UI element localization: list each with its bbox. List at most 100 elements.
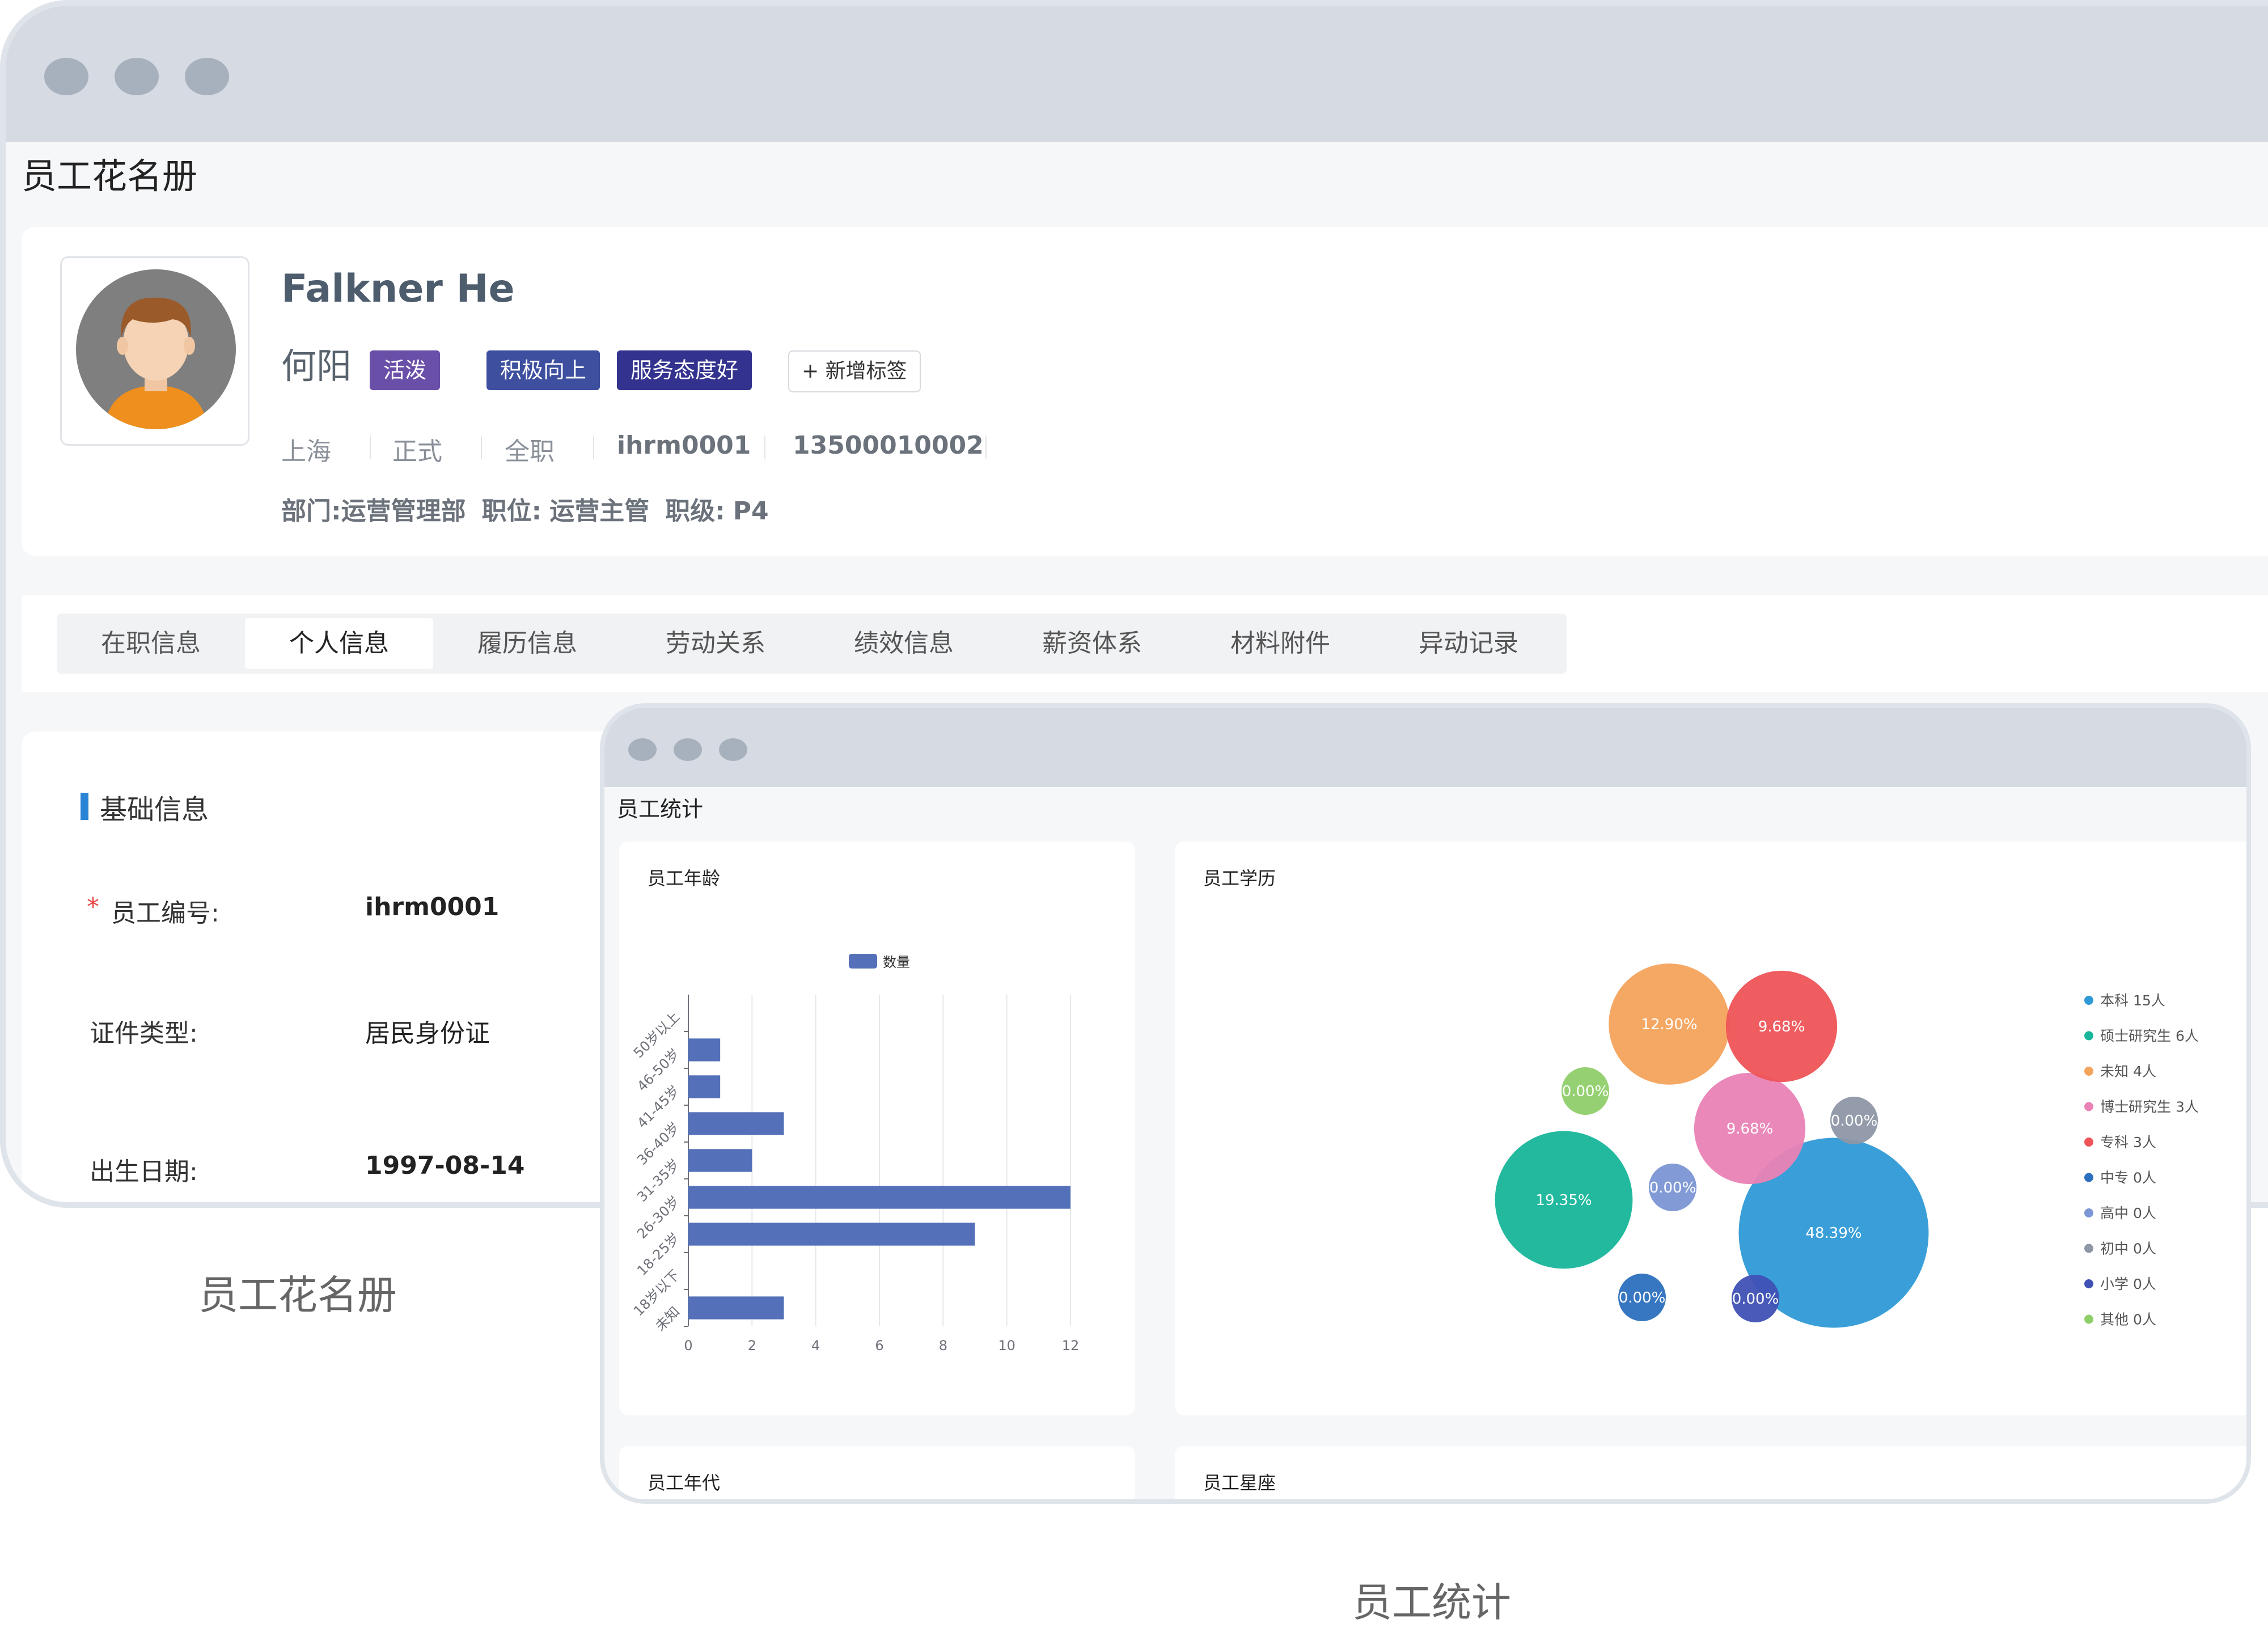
tab-salary-system[interactable]: 薪资体系 [998,618,1186,669]
age-bar [688,1038,721,1062]
stats-caption: 员工统计 [1352,1579,1511,1626]
legend-dot [2084,1138,2093,1147]
legend-dot [2084,996,2093,1005]
tab-labor-relations[interactable]: 劳动关系 [621,618,810,669]
bubble-percent-label: 12.90% [1641,1016,1697,1033]
meta-divider [764,435,765,459]
bubble-percent-label: 0.00% [1619,1289,1666,1306]
birth-date-label: 出生日期: [90,1157,198,1186]
x-tick-label: 6 [875,1338,883,1354]
legend-swatch [849,954,877,969]
x-tick-label: 0 [684,1338,692,1354]
meta-divider [370,435,371,459]
window-maximize-dot[interactable] [185,58,229,95]
bubble-percent-label: 0.00% [1732,1291,1779,1308]
y-tick-label: 未知 [653,1304,683,1334]
add-tag-button[interactable]: + 新增标签 [788,350,921,392]
bubble-percent-label: 9.68% [1758,1018,1805,1035]
tab-resume-info[interactable]: 履历信息 [433,618,621,669]
legend-label: 本科 15人 [2100,992,2165,1009]
stats-title: 员工统计 [617,797,704,822]
x-tick-label: 12 [1062,1338,1080,1354]
legend-label: 高中 0人 [2100,1205,2156,1221]
bubble-percent-label: 19.35% [1535,1192,1592,1209]
meta-phone: 13500010002 [793,431,984,460]
level-value: P4 [733,497,769,526]
employee-id-label: 员工编号: [111,899,219,928]
zodiac-chart-card: 员工星座 [1175,1446,2246,1499]
roster-titlebar [6,6,2268,142]
meta-work-type: 全职 [505,437,555,466]
x-tick-label: 8 [939,1338,947,1354]
window-close-dot[interactable] [44,58,88,95]
window-close-dot[interactable] [628,738,657,761]
education-chart-card: 员工学历 48.39% 19.35% 12.90% 9.68% 9.68% 0.00% 0.… [1175,842,2246,1415]
required-mark: * [87,893,99,921]
age-bar [688,1296,784,1320]
legend-label: 小学 0人 [2100,1276,2156,1292]
position-label: 职位: [481,497,542,526]
legend-label: 硕士研究生 6人 [2100,1028,2199,1045]
generation-chart-card: 员工年代 [619,1446,1135,1499]
roster-caption: 员工花名册 [198,1272,397,1318]
window-minimize-dot[interactable] [115,58,159,95]
employee-english-name: Falkner He [281,267,515,311]
window-minimize-dot[interactable] [674,738,702,761]
legend-dot [2084,1031,2093,1041]
department-value: 运营管理部 [341,497,466,526]
tabs-panel: 在职信息 个人信息 履历信息 劳动关系 绩效信息 薪资体系 材料附件 异动记录 [22,595,2268,692]
legend-label: 数量 [883,954,910,970]
page-title: 员工花名册 [22,155,198,197]
birth-date-value: 1997-08-14 [365,1151,525,1180]
meta-city: 上海 [281,437,331,466]
meta-employment-status: 正式 [392,437,442,466]
tab-attachments[interactable]: 材料附件 [1186,618,1374,669]
basic-info-title: 基础信息 [100,794,209,826]
avatar-frame[interactable] [60,256,249,446]
window-maximize-dot[interactable] [719,738,747,761]
tag-lively[interactable]: 活泼 [370,350,441,390]
legend-dot [2084,1208,2093,1217]
legend-dot [2084,1244,2093,1253]
education-bubble-chart: 48.39% 19.35% 12.90% 9.68% 9.68% 0.00% 0.00% 0.… [1495,963,2199,1328]
employee-chinese-name: 何阳 [281,345,352,387]
meta-divider [985,435,987,459]
department-label: 部门: [281,497,341,526]
legend-label: 初中 0人 [2100,1241,2156,1257]
avatar-user-icon [76,269,236,429]
position-value: 运营主管 [549,497,650,526]
legend-dot [2084,1067,2093,1076]
stats-window: 员工统计 员工年龄 0 2 4 6 8 10 12 未知 18岁以下 18-25岁 26-30岁 31… [600,703,2251,1504]
age-bar [688,1149,752,1172]
tab-performance-info[interactable]: 绩效信息 [810,618,998,669]
tag-positive[interactable]: 积极向上 [486,350,600,390]
age-bar [688,1112,784,1135]
id-type-label: 证件类型: [90,1019,198,1048]
bubble-percent-label: 0.00% [1649,1179,1696,1196]
id-type-value: 居民身份证 [365,1019,490,1048]
tab-employment-info[interactable]: 在职信息 [57,618,245,669]
age-bar [688,1075,721,1098]
age-bar [688,1186,1070,1209]
legend-label: 博士研究生 3人 [2100,1099,2199,1115]
bubble-percent-label: 48.39% [1805,1225,1861,1242]
tab-bar: 在职信息 个人信息 履历信息 劳动关系 绩效信息 薪资体系 材料附件 异动记录 [57,614,1567,674]
zodiac-chart-title: 员工星座 [1203,1472,1276,1494]
level-label: 职级: [665,497,725,526]
legend-label: 专科 3人 [2100,1134,2156,1151]
tag-good-service[interactable]: 服务态度好 [617,350,752,390]
legend-dot [2084,1173,2093,1182]
avatar [76,269,236,429]
profile-card: Falkner He 何阳 活泼 积极向上 服务态度好 + 新增标签 上海 正式… [22,227,2268,556]
legend-dot [2084,1314,2093,1324]
age-bar-chart: 0 2 4 6 8 10 12未知18岁以下18-25岁26-30岁31-35岁36-40岁… [631,954,1080,1354]
legend-dot [2084,1102,2093,1111]
x-tick-label: 10 [998,1338,1015,1354]
meta-employee-id: ihrm0001 [617,431,751,460]
generation-chart-title: 员工年代 [648,1472,721,1494]
legend-label: 未知 4人 [2100,1063,2156,1080]
bubble-percent-label: 0.00% [1562,1083,1609,1100]
tab-change-records[interactable]: 异动记录 [1374,618,1563,669]
meta-divider [593,435,594,459]
tab-personal-info[interactable]: 个人信息 [245,618,433,669]
